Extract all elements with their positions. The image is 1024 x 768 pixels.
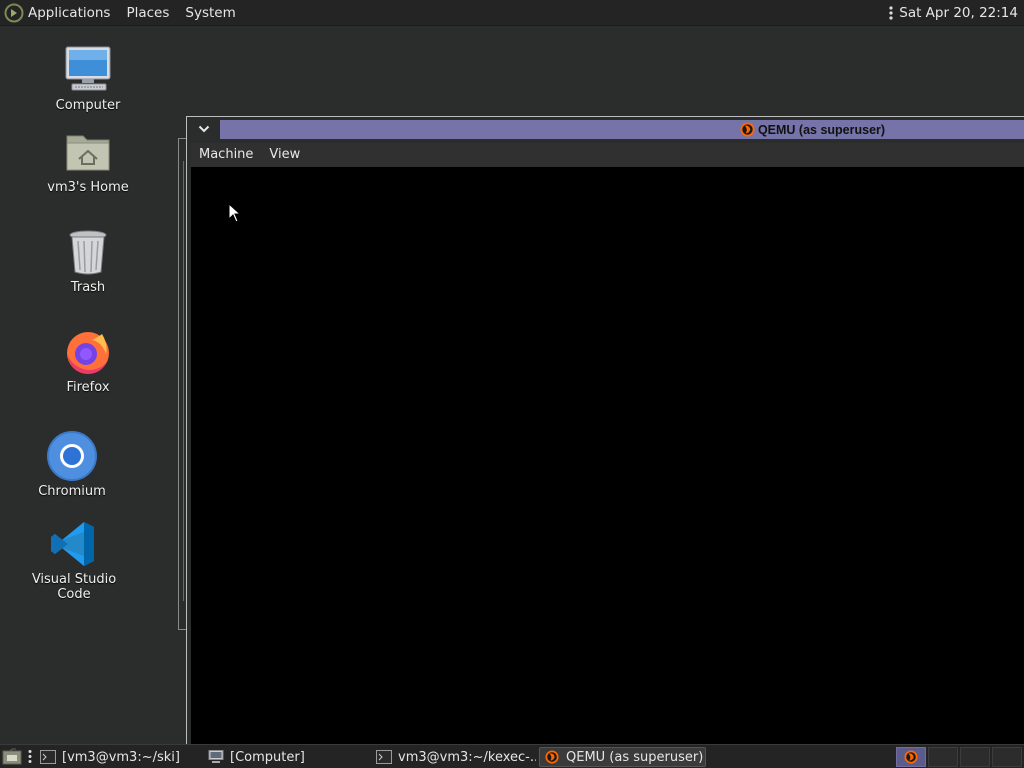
view-menu[interactable]: View	[261, 143, 308, 167]
top-panel: Applications Places System Sat Apr 20, 2…	[0, 0, 1024, 26]
desktop-icon-vscode[interactable]: Visual Studio Code	[14, 518, 134, 602]
home-folder-icon	[66, 135, 110, 171]
workspace-3[interactable]	[960, 747, 990, 767]
desktop-icon-computer[interactable]: Computer	[28, 44, 148, 113]
desktop-icon-trash[interactable]: Trash	[28, 226, 148, 295]
window-title: QEMU (as superuser)	[757, 122, 886, 137]
taskbar-item-computer[interactable]: [Computer]	[204, 747, 366, 767]
chromium-icon	[47, 431, 97, 481]
desktop-icon-label: Chromium	[38, 484, 106, 499]
chevron-down-icon	[198, 125, 210, 133]
show-desktop-icon[interactable]	[2, 748, 22, 765]
desktop-icon-label: Visual Studio Code	[31, 572, 117, 602]
panel-handle-icon[interactable]	[889, 5, 893, 21]
vscode-icon	[51, 522, 94, 566]
desktop-icon-chromium[interactable]: Chromium	[12, 430, 132, 499]
window-titlebar[interactable]: QEMU (as superuser)	[187, 117, 1024, 141]
terminal-icon	[40, 750, 56, 764]
taskbar-item-qemu[interactable]: QEMU (as superuser)	[539, 747, 706, 767]
qemu-icon	[904, 750, 918, 764]
window-menu-button[interactable]	[191, 120, 217, 138]
taskbar-item-label: [vm3@vm3:~/ski]	[62, 749, 180, 765]
main-menu: Applications Places System	[0, 0, 244, 26]
taskbar-item-label: vm3@vm3:~/kexec-...	[398, 749, 536, 765]
trash-icon	[69, 230, 107, 275]
workspace-4[interactable]	[992, 747, 1022, 767]
taskbar-item-terminal-kexec[interactable]: vm3@vm3:~/kexec-...	[372, 747, 536, 767]
machine-menu[interactable]: Machine	[191, 143, 261, 167]
qemu-window[interactable]: QEMU (as superuser) Machine View	[186, 116, 1024, 746]
system-menu[interactable]: System	[177, 0, 243, 26]
workspace-1[interactable]	[896, 747, 926, 767]
applications-menu[interactable]: Applications	[0, 0, 118, 26]
places-menu[interactable]: Places	[118, 0, 177, 26]
vm-display[interactable]	[191, 167, 1024, 745]
window-title-area[interactable]: QEMU (as superuser)	[220, 120, 1024, 139]
desktop-icon-home[interactable]: vm3's Home	[28, 126, 148, 195]
clock[interactable]: Sat Apr 20, 22:14	[899, 5, 1018, 21]
mate-logo-icon	[4, 3, 24, 22]
terminal-icon	[376, 750, 392, 764]
desktop-icon-label: Trash	[70, 280, 106, 295]
desktop-icon-firefox[interactable]: Firefox	[28, 326, 148, 395]
taskbar-item-label: QEMU (as superuser)	[566, 749, 704, 765]
qemu-icon	[740, 122, 755, 137]
qemu-menubar: Machine View	[191, 143, 1024, 167]
firefox-icon	[67, 332, 109, 374]
qemu-icon	[545, 750, 559, 764]
panel-handle-icon[interactable]	[28, 749, 32, 764]
desktop-icon-label: vm3's Home	[47, 180, 129, 195]
bottom-panel: [vm3@vm3:~/ski] [Computer] vm3@vm3:~/kex…	[0, 744, 1024, 768]
taskbar-item-terminal-ski[interactable]: [vm3@vm3:~/ski]	[36, 747, 196, 767]
taskbar-item-label: [Computer]	[230, 749, 305, 765]
mouse-cursor-icon	[228, 203, 242, 223]
computer-icon	[65, 46, 111, 91]
desktop-icon-label: Firefox	[66, 380, 110, 395]
computer-icon	[208, 750, 224, 763]
applications-label: Applications	[28, 4, 111, 21]
workspace-2[interactable]	[928, 747, 958, 767]
desktop-icon-label: Computer	[55, 98, 121, 113]
